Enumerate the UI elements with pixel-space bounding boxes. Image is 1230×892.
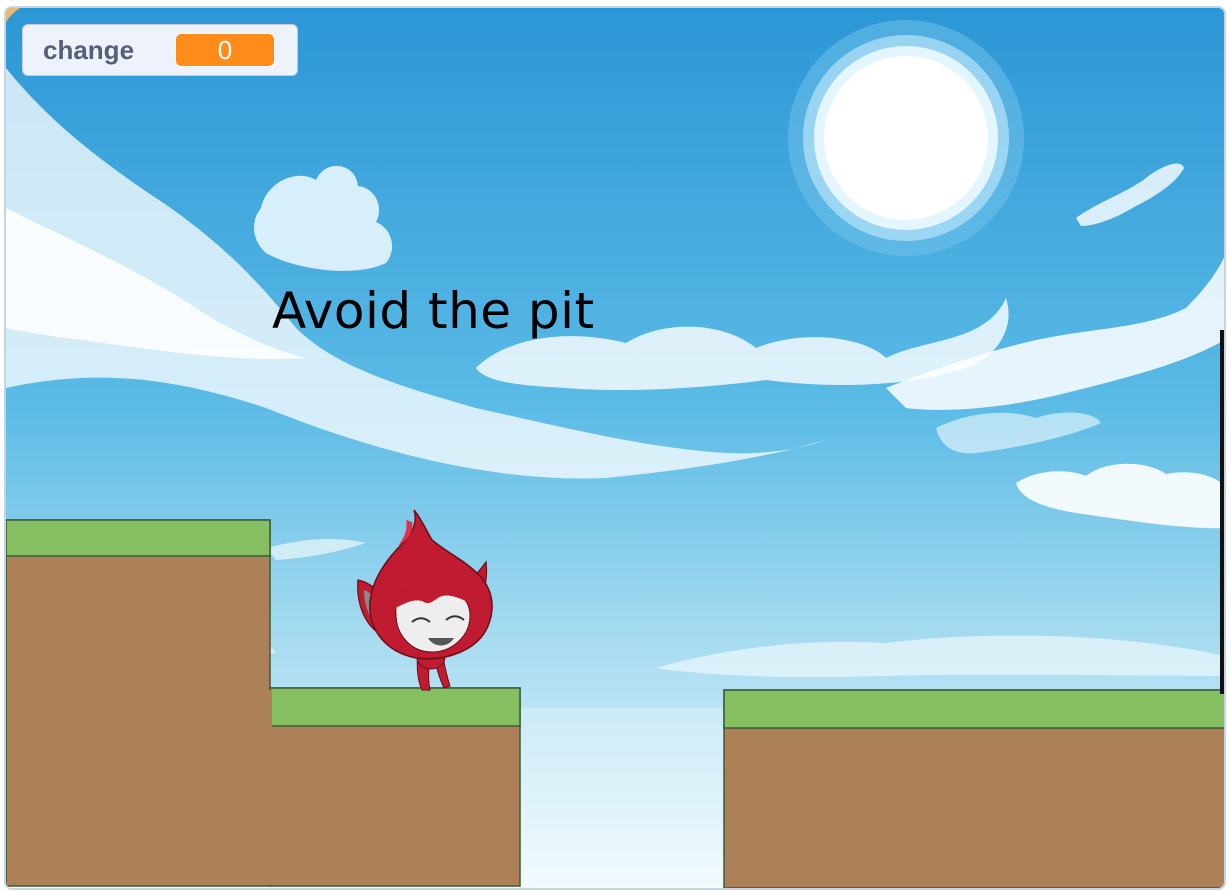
speech-text: Avoid the pit [272, 282, 595, 340]
variable-monitor-label: change [43, 34, 135, 65]
sun [788, 20, 1024, 256]
platform-left-lower [268, 687, 521, 887]
corner-tab-icon [6, 8, 20, 22]
game-stage[interactable]: Avoid the pit change 0 [4, 6, 1226, 890]
platform-left-upper [6, 519, 271, 887]
background-scene [6, 8, 1224, 888]
variable-monitor-value: 0 [175, 33, 275, 67]
variable-monitor[interactable]: change 0 [22, 24, 298, 76]
platform-right [723, 689, 1224, 888]
stage-edge-bar [1220, 330, 1224, 694]
